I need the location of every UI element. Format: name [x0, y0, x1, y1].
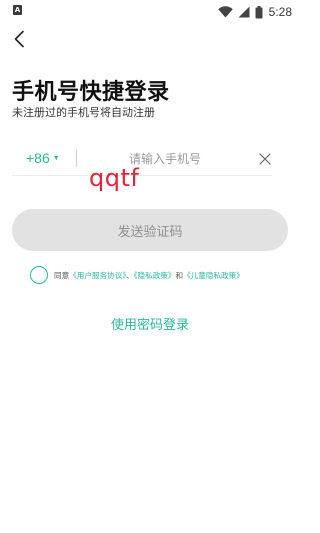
password-login-link[interactable]: 使用密码登录 [0, 314, 300, 333]
caret-down-icon: ▼ [52, 154, 60, 162]
country-code-label: +86 [26, 150, 50, 166]
clear-button[interactable] [258, 151, 272, 165]
battery-icon [255, 5, 263, 18]
agreement-text: 同意《用户服务协议》、《隐私政策》和《儿童隐私政策》 [54, 270, 244, 281]
phone-input-row: +86 ▼ [12, 142, 272, 176]
chevron-left-icon [14, 30, 24, 48]
signal-icon [238, 6, 250, 18]
agree-checkbox[interactable] [30, 266, 48, 284]
status-bar: A 5:28 [0, 0, 300, 24]
page-subtitle: 未注册过的手机号将自动注册 [12, 106, 155, 119]
user-agreement-link[interactable]: 《用户服务协议》 [69, 271, 126, 280]
agreement-prefix: 同意 [54, 270, 70, 280]
captcha-text: qqtf [89, 164, 140, 192]
country-code-selector[interactable]: +86 ▼ [26, 150, 60, 166]
status-time: 5:28 [268, 5, 292, 19]
status-icons: 5:28 [217, 4, 292, 20]
privacy-policy-link[interactable]: 《隐私政策》 [134, 271, 176, 280]
close-icon [259, 153, 271, 165]
agreement-separator: 、 [126, 270, 134, 280]
child-privacy-link[interactable]: 《儿童隐私政策》 [183, 271, 244, 280]
app-notification-icon: A [13, 5, 22, 15]
agreement-row: 同意《用户服务协议》、《隐私政策》和《儿童隐私政策》 [30, 265, 292, 285]
send-code-button[interactable]: 发送验证码 [12, 209, 288, 251]
phone-divider [76, 149, 77, 167]
page-title: 手机号快捷登录 [12, 80, 170, 105]
back-button[interactable] [8, 26, 30, 52]
agreement-conjunction: 和 [175, 270, 184, 280]
wifi-icon [217, 6, 233, 18]
